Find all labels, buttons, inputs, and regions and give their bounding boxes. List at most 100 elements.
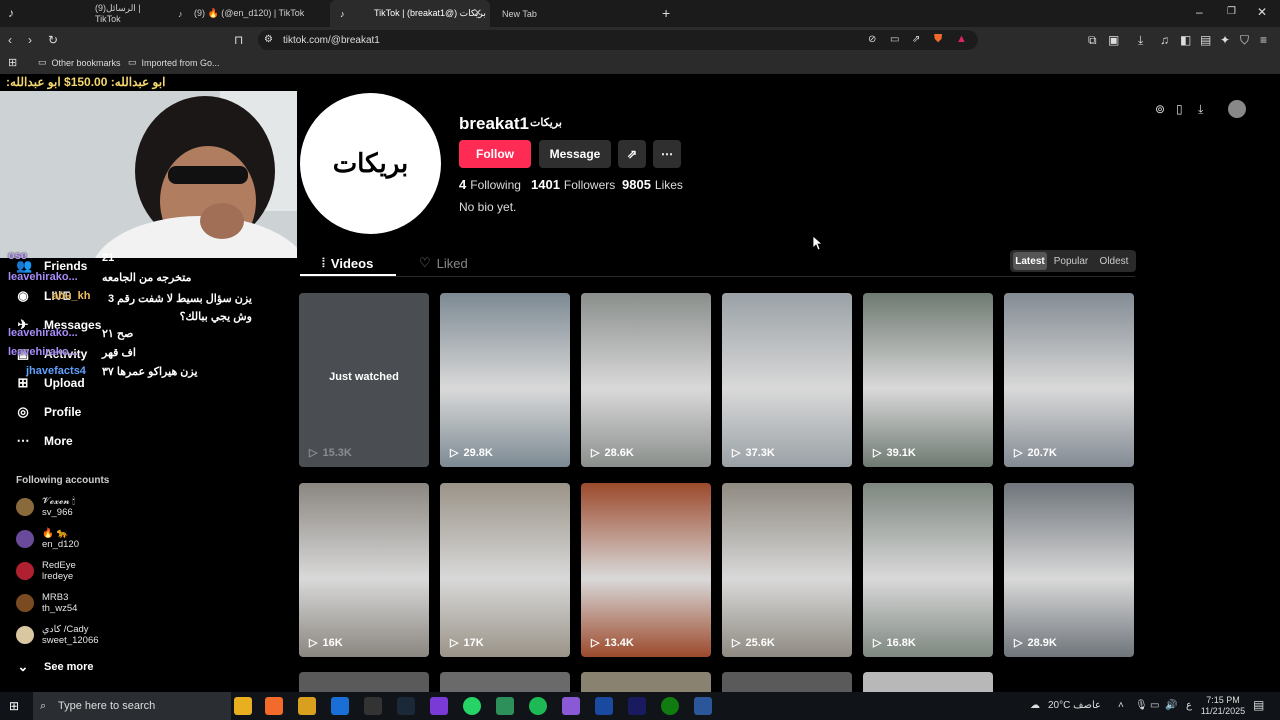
volume-icon[interactable]: 🔊 [1165, 700, 1177, 711]
video-card[interactable]: ▷ 16.8K [863, 483, 993, 657]
windows-start-icon[interactable]: ⊞ [9, 699, 19, 713]
weather-text[interactable]: 20°C عاصف [1048, 700, 1101, 711]
music-icon[interactable]: ♫ [1160, 33, 1169, 47]
following-account[interactable]: 🔥 🐆 en_d120 [16, 528, 79, 550]
video-card[interactable]: ▷ 25.6K [722, 483, 852, 657]
address-bar[interactable]: ⚙ tiktok.com/@breakat1 ⊘ ▭ ⇗ ⛊ ▲ [258, 30, 978, 50]
video-card[interactable]: ▷ 28.9K [1004, 483, 1134, 657]
site-info-icon[interactable]: ⚙ [264, 33, 273, 47]
network-icon[interactable]: ▭ [1150, 700, 1159, 711]
share-profile-button[interactable]: ⇗ [618, 140, 646, 168]
tab-videos[interactable]: ⦙ Videos [322, 255, 373, 271]
mic-icon[interactable]: 🎙 [1135, 700, 1148, 711]
sort-latest[interactable]: Latest [1013, 252, 1047, 270]
user-avatar-icon[interactable] [1228, 100, 1246, 118]
forward-icon[interactable]: › [28, 33, 32, 47]
tab-liked[interactable]: ♡ Liked [419, 255, 468, 271]
download-app-icon[interactable]: ⤓ [1198, 102, 1203, 116]
media-icon[interactable]: ⊘ [868, 33, 876, 47]
video-card[interactable]: ▷ 17K [440, 483, 570, 657]
tab-new[interactable]: New Tab [492, 0, 652, 27]
new-tab-icon[interactable]: + [662, 6, 670, 20]
sidebar-item-more[interactable]: ⋯ More [16, 433, 73, 449]
language-indicator[interactable]: ع [1186, 700, 1192, 711]
followers-stat[interactable]: 1401 Followers [531, 177, 615, 192]
follow-button[interactable]: Follow [459, 140, 531, 168]
ai-icon[interactable]: ✦ [1220, 33, 1230, 47]
app-icon[interactable] [496, 697, 514, 715]
brave-rewards-icon[interactable]: ▲ [956, 32, 967, 46]
back-icon[interactable]: ‹ [8, 33, 12, 47]
sort-oldest[interactable]: Oldest [1095, 252, 1133, 270]
file-explorer-icon[interactable] [234, 697, 252, 715]
video-card-partial[interactable] [299, 672, 429, 692]
wallet-icon[interactable]: ▣ [1108, 33, 1119, 47]
message-button[interactable]: Message [539, 140, 611, 168]
video-card-partial[interactable] [863, 672, 993, 692]
xbox-icon[interactable] [661, 697, 679, 715]
video-card-partial[interactable] [581, 672, 711, 692]
video-card-partial[interactable] [440, 672, 570, 692]
tiktok-page: 👥 Friends ◉ LIVE ✈ Messages ▣ Activity ⊞… [0, 74, 1280, 692]
app-icon[interactable] [298, 697, 316, 715]
app-icon[interactable] [430, 697, 448, 715]
tab-en-d120[interactable]: ♪ (9) 🔥 (@en_d120) | TikTok [168, 0, 328, 27]
bookmark-folder-other[interactable]: ▭ Other bookmarks [38, 57, 121, 68]
sidebar-item-upload[interactable]: ⊞ Upload [16, 375, 85, 391]
video-card[interactable]: ▷ 39.1K [863, 293, 993, 467]
notification-icon[interactable]: ▤ [1253, 698, 1264, 712]
close-window-icon[interactable]: ✕ [1257, 5, 1267, 19]
tab-messages[interactable]: (9)الرسائل | TikTok [85, 0, 165, 27]
video-card[interactable]: ▷ 16K [299, 483, 429, 657]
app-icon[interactable] [628, 697, 646, 715]
restore-icon[interactable]: ❐ [1227, 5, 1236, 19]
video-card[interactable]: ▷ 20.7K [1004, 293, 1134, 467]
coin-icon[interactable]: ⊚ [1155, 102, 1165, 116]
app-icon[interactable] [595, 697, 613, 715]
video-card-partial[interactable] [722, 672, 852, 692]
video-card[interactable]: ▷ 28.6K [581, 293, 711, 467]
following-stat[interactable]: 4 Following [459, 177, 521, 192]
video-card[interactable]: ▷ 29.8K [440, 293, 570, 467]
download-icon[interactable]: ⤓ [1138, 33, 1143, 47]
following-account[interactable]: 𝓥𝓮𝔁𝓮𝓷 🕯 sv_966 [16, 496, 75, 518]
spotify-icon[interactable] [529, 697, 547, 715]
share-icon[interactable]: ⇗ [912, 33, 920, 47]
app-icon[interactable] [562, 697, 580, 715]
more-options-button[interactable]: ⋯ [653, 140, 681, 168]
video-card[interactable]: ▷ 13.4K [581, 483, 711, 657]
clock[interactable]: 7:15 PM 11/21/2025 [1200, 695, 1246, 717]
bookmark-folder-imported[interactable]: ▭ Imported from Go... [128, 57, 220, 68]
video-card[interactable]: ▷ 37.3K [722, 293, 852, 467]
reload-icon[interactable]: ↻ [48, 33, 58, 47]
word-icon[interactable] [694, 697, 712, 715]
wallet2-icon[interactable]: ▤ [1200, 33, 1211, 47]
following-account[interactable]: MRB3 th_wz54 [16, 592, 77, 614]
brave-shield-icon[interactable]: ⛊ [934, 32, 942, 46]
minimize-icon[interactable]: – [1196, 5, 1203, 19]
sidebar-item-profile[interactable]: ◎ Profile [16, 404, 81, 420]
brave-browser-icon[interactable] [265, 697, 283, 715]
menu-icon[interactable]: ≡ [1260, 33, 1267, 47]
whatsapp-icon[interactable] [463, 697, 481, 715]
outlook-icon[interactable] [331, 697, 349, 715]
following-account[interactable]: كادي /Cady sweet_12066 [16, 624, 99, 646]
tab-breakat1[interactable]: ♪ TikTok | (breakat1@) بريكات ✕ [330, 0, 490, 27]
close-tab-icon[interactable]: ✕ [474, 8, 482, 19]
following-account[interactable]: RedEye lredeye [16, 560, 76, 582]
bookmark-icon[interactable]: ⊓ [234, 33, 243, 47]
sidebar-icon[interactable]: ◧ [1180, 33, 1191, 47]
steam-icon[interactable] [397, 697, 415, 715]
apps-icon[interactable]: ⊞ [8, 56, 17, 70]
device-icon[interactable]: ▯ [1176, 102, 1183, 116]
sort-popular[interactable]: Popular [1052, 252, 1090, 270]
extensions-icon[interactable]: ⧉ [1088, 33, 1097, 47]
chevron-up-icon[interactable]: ˄ [1118, 700, 1124, 711]
taskbar-search[interactable]: ⌕ Type here to search [33, 692, 231, 720]
video-card[interactable]: Just watched ▷ 15.3K [299, 293, 429, 467]
shield-icon[interactable]: ⛉ [1240, 33, 1249, 47]
see-more-button[interactable]: ⌄ See more [16, 659, 94, 675]
cast-icon[interactable]: ▭ [890, 33, 899, 47]
app-icon[interactable] [364, 697, 382, 715]
mouse-cursor-icon [813, 236, 823, 250]
